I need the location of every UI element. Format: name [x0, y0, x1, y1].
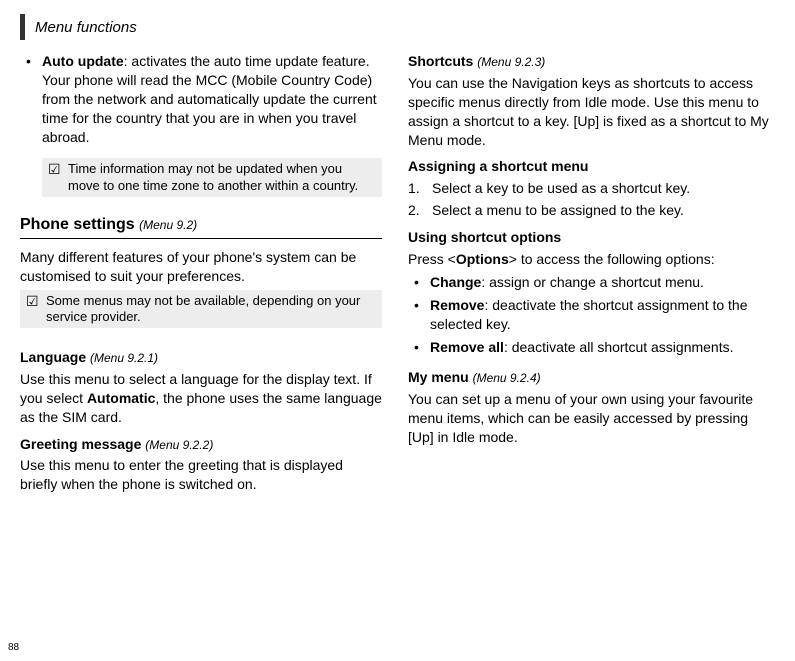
bullet-dot: •: [408, 296, 430, 334]
auto-update-bullet: • Auto update: activates the auto time u…: [20, 52, 382, 146]
press-options-text: Press <Options> to access the following …: [408, 250, 770, 269]
phone-settings-intro: Many different features of your phone's …: [20, 248, 382, 286]
note-service-provider-text: Some menus may not be available, dependi…: [46, 293, 376, 326]
opt-remove-all-label: Remove all: [430, 339, 504, 355]
page-number: 88: [8, 642, 19, 653]
shortcuts-menuref: (Menu 9.2.3): [477, 55, 545, 69]
greeting-title: Greeting message: [20, 436, 141, 452]
greeting-menuref: (Menu 9.2.2): [145, 438, 213, 452]
step-2-num: 2.: [408, 201, 432, 220]
opt-remove-all-text: Remove all: deactivate all shortcut assi…: [430, 338, 770, 357]
column-left: • Auto update: activates the auto time u…: [20, 52, 382, 494]
bullet-dot: •: [408, 273, 430, 292]
opt-remove-label: Remove: [430, 297, 484, 313]
phone-settings-menuref: (Menu 9.2): [139, 218, 197, 232]
mymenu-title: My menu: [408, 369, 469, 385]
press-post: > to access the following options:: [509, 251, 715, 267]
language-bold: Automatic: [87, 390, 155, 406]
greeting-heading: Greeting message (Menu 9.2.2): [20, 435, 382, 454]
using-shortcut-heading: Using shortcut options: [408, 228, 770, 247]
check-icon: ☑: [26, 293, 46, 326]
content-columns: • Auto update: activates the auto time u…: [20, 52, 775, 494]
mymenu-text: You can set up a menu of your own using …: [408, 390, 770, 447]
shortcuts-heading: Shortcuts (Menu 9.2.3): [408, 52, 770, 71]
opt-remove-all: • Remove all: deactivate all shortcut as…: [408, 338, 770, 357]
step-2: 2. Select a menu to be assigned to the k…: [408, 201, 770, 220]
bullet-dot: •: [408, 338, 430, 357]
opt-remove-text: Remove: deactivate the shortcut assignme…: [430, 296, 770, 334]
language-menuref: (Menu 9.2.1): [90, 351, 158, 365]
shortcuts-intro: You can use the Navigation keys as short…: [408, 74, 770, 150]
language-text: Use this menu to select a language for t…: [20, 370, 382, 427]
page-header: Menu functions: [20, 14, 775, 40]
greeting-text: Use this menu to enter the greeting that…: [20, 456, 382, 494]
step-2-text: Select a menu to be assigned to the key.: [432, 201, 684, 220]
press-bold: Options: [456, 251, 509, 267]
assigning-heading: Assigning a shortcut menu: [408, 157, 770, 176]
phone-settings-heading: Phone settings (Menu 9.2): [20, 215, 382, 239]
auto-update-label: Auto update: [42, 53, 124, 69]
note-service-provider: ☑ Some menus may not be available, depen…: [20, 290, 382, 329]
opt-change: • Change: assign or change a shortcut me…: [408, 273, 770, 292]
column-right: Shortcuts (Menu 9.2.3) You can use the N…: [408, 52, 770, 494]
auto-update-text: Auto update: activates the auto time upd…: [42, 52, 382, 146]
step-1-text: Select a key to be used as a shortcut ke…: [432, 179, 690, 198]
opt-change-desc: : assign or change a shortcut menu.: [481, 274, 704, 290]
language-title: Language: [20, 349, 86, 365]
shortcuts-title: Shortcuts: [408, 53, 473, 69]
note-time-zone: ☑ Time information may not be updated wh…: [42, 158, 382, 197]
header-accent-bar: [20, 14, 25, 40]
check-icon: ☑: [48, 161, 68, 194]
header-title: Menu functions: [35, 19, 137, 36]
opt-change-label: Change: [430, 274, 481, 290]
opt-remove-all-desc: : deactivate all shortcut assignments.: [504, 339, 734, 355]
phone-settings-title: Phone settings: [20, 216, 135, 233]
mymenu-heading: My menu (Menu 9.2.4): [408, 368, 770, 387]
mymenu-menuref: (Menu 9.2.4): [473, 371, 541, 385]
bullet-dot: •: [20, 52, 42, 146]
press-pre: Press <: [408, 251, 456, 267]
language-heading: Language (Menu 9.2.1): [20, 348, 382, 367]
opt-change-text: Change: assign or change a shortcut menu…: [430, 273, 770, 292]
step-1-num: 1.: [408, 179, 432, 198]
opt-remove: • Remove: deactivate the shortcut assign…: [408, 296, 770, 334]
step-1: 1. Select a key to be used as a shortcut…: [408, 179, 770, 198]
note-time-zone-text: Time information may not be updated when…: [68, 161, 376, 194]
